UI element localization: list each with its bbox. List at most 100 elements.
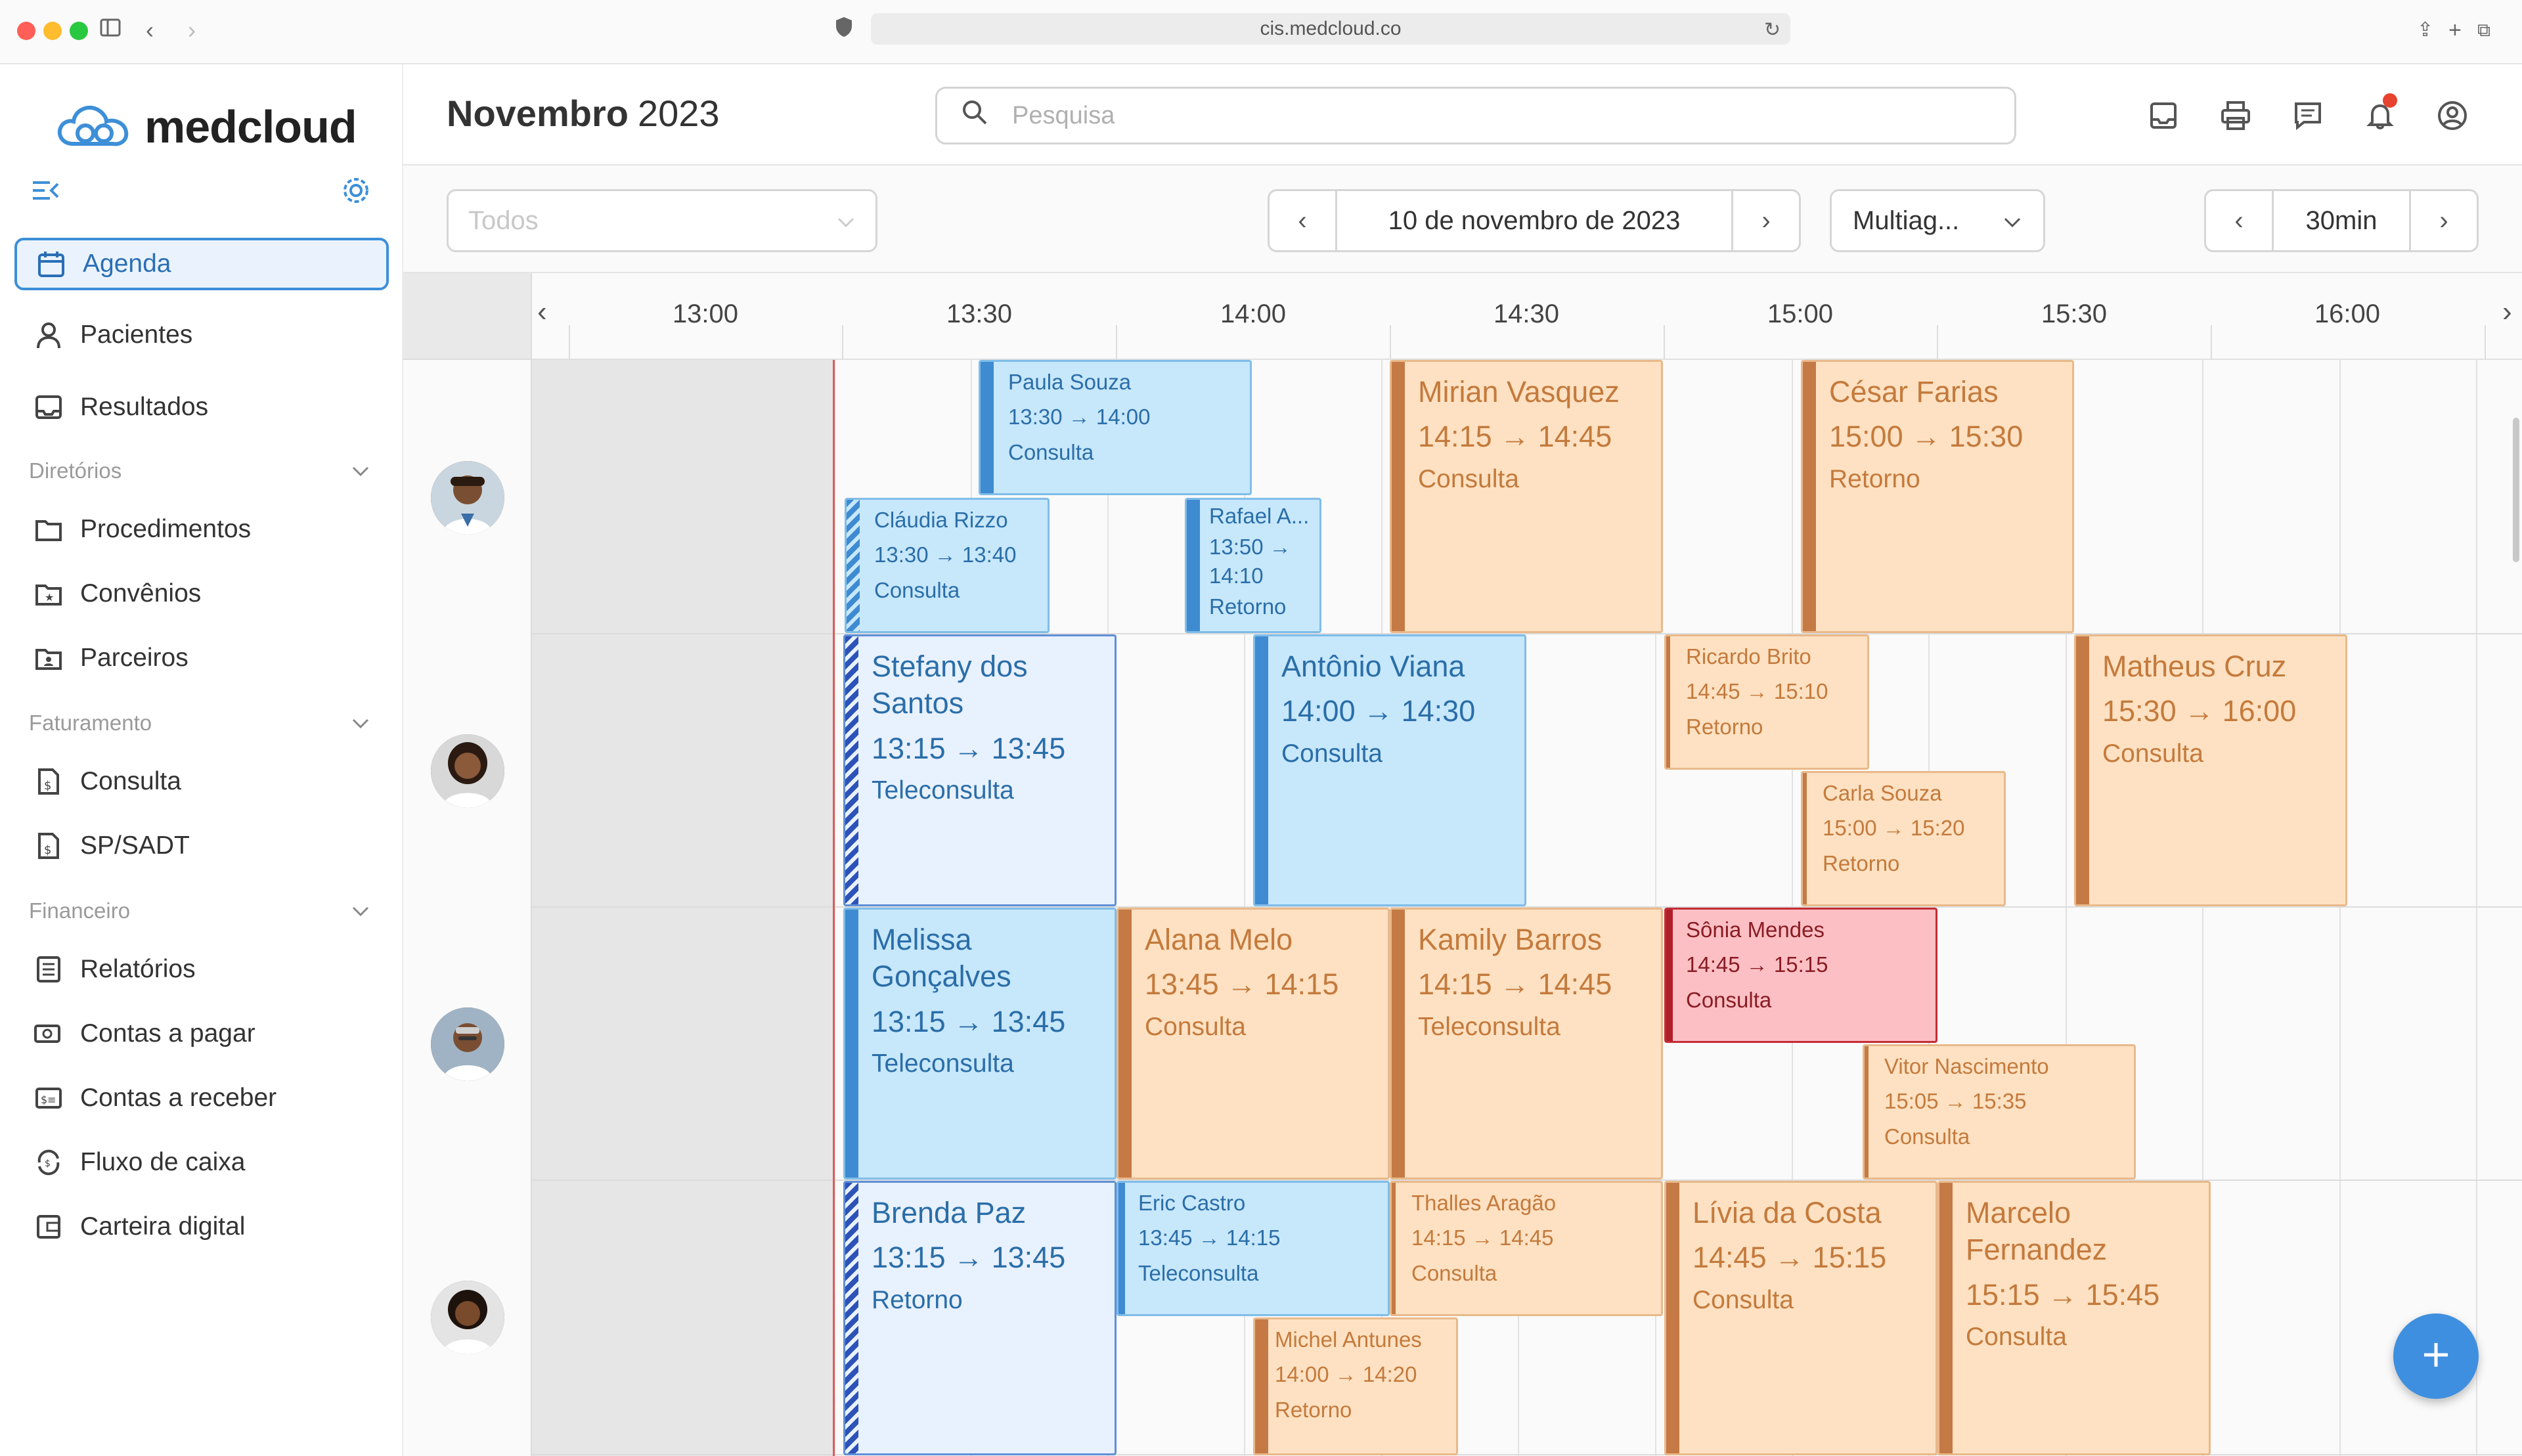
minimize-window-button[interactable] — [43, 22, 62, 40]
back-icon[interactable]: ‹ — [146, 16, 154, 45]
sidebar-toggle-icon[interactable] — [99, 16, 122, 46]
appointment-type: Consulta — [1008, 439, 1094, 464]
new-tab-icon[interactable]: + — [2448, 16, 2462, 45]
folder-user-icon — [32, 641, 66, 675]
appointment-card[interactable]: César Farias 15:00 → 15:30 Retorno — [1801, 360, 2074, 633]
sidebar-item-contas-receber[interactable]: $≡ Contas a receber — [14, 1072, 389, 1124]
sidebar-item-contas-pagar[interactable]: Contas a pagar — [14, 1007, 389, 1060]
appointment-card[interactable]: Matheus Cruz 15:30 → 16:00 Consulta — [2074, 634, 2347, 906]
section-faturamento[interactable]: Faturamento — [29, 711, 370, 736]
appointment-time: 15:15 → 15:45 — [1966, 1277, 2160, 1312]
previous-date-button[interactable]: ‹ — [1270, 191, 1335, 250]
bell-icon[interactable] — [2360, 93, 2400, 135]
previous-interval-button[interactable]: ‹ — [2206, 191, 2272, 250]
chevron-down-icon — [836, 206, 856, 236]
appointment-card[interactable]: Stefany dos Santos 13:15 → 13:45 Telecon… — [843, 634, 1117, 906]
sidebar-item-parceiros[interactable]: Parceiros — [14, 632, 389, 684]
vertical-scrollbar[interactable] — [2513, 418, 2519, 562]
sidebar-item-label: Pacientes — [80, 320, 193, 349]
avatar[interactable] — [431, 461, 504, 535]
current-date[interactable]: 10 de novembro de 2023 — [1337, 206, 1731, 236]
sidebar-item-label: Relatórios — [80, 955, 196, 983]
scroll-right-icon[interactable]: › — [2502, 296, 2512, 328]
appointment-card[interactable]: Rafael A... 13:50 → 14:10 Retorno — [1185, 498, 1321, 633]
appointment-time: 13:50 → — [1209, 535, 1291, 560]
reload-icon[interactable]: ↻ — [1764, 16, 1781, 45]
sidebar-item-resultados[interactable]: Resultados — [14, 381, 389, 433]
appointment-time: 15:05 → 15:35 — [1884, 1089, 2027, 1114]
forward-icon[interactable]: › — [188, 16, 196, 45]
section-diretorios[interactable]: Diretórios — [29, 458, 370, 483]
sidebar-item-spsadt[interactable]: $ SP/SADT — [14, 820, 389, 872]
appointment-card[interactable]: Marcelo Fernandez 15:15 → 15:45 Consulta — [1937, 1181, 2211, 1455]
appointment-card[interactable]: Mirian Vasquez 14:15 → 14:45 Consulta — [1390, 360, 1663, 633]
search-input[interactable] — [1012, 101, 1932, 130]
appointment-card[interactable]: Sônia Mendes 14:45 → 15:15 Consulta — [1664, 908, 1937, 1043]
share-icon[interactable]: ⇪ — [2417, 16, 2433, 45]
appointment-card[interactable]: Alana Melo 13:45 → 14:15 Consulta — [1117, 908, 1390, 1180]
appointment-type: Retorno — [1829, 464, 1920, 493]
search-box[interactable] — [935, 87, 2016, 144]
appointment-name: Michel Antunes — [1275, 1327, 1422, 1352]
appointment-card[interactable]: Vitor Nascimento 15:05 → 15:35 Consulta — [1863, 1044, 2136, 1180]
money-icon — [32, 1017, 66, 1051]
appointment-time: 14:15 → 14:45 — [1411, 1225, 1554, 1250]
sidebar-item-fluxo-caixa[interactable]: $ Fluxo de caixa — [14, 1136, 389, 1189]
appointment-time: 13:15 → 13:45 — [872, 1004, 1066, 1038]
inbox-icon[interactable] — [2144, 96, 2183, 135]
sidebar-item-convenios[interactable]: ★ Convênios — [14, 567, 389, 620]
scroll-left-icon[interactable]: ‹ — [537, 296, 547, 328]
avatar[interactable] — [431, 1281, 504, 1354]
appointment-name: Cláudia Rizzo — [874, 508, 1008, 532]
sidebar-item-pacientes[interactable]: Pacientes — [14, 309, 389, 361]
appointment-card[interactable]: Michel Antunes 14:00 → 14:20 Retorno — [1253, 1317, 1458, 1455]
tabs-icon[interactable]: ⧉ — [2477, 16, 2490, 45]
sidebar-item-label: Procedimentos — [80, 515, 252, 543]
chat-icon[interactable] — [2288, 96, 2328, 135]
section-financeiro[interactable]: Financeiro — [29, 898, 370, 923]
appointment-name: Gonçalves — [872, 960, 1011, 994]
appointment-card[interactable]: Lívia da Costa 14:45 → 15:15 Consulta — [1664, 1181, 1937, 1455]
appointment-time: 13:30 → 13:40 — [874, 542, 1017, 567]
next-date-button[interactable]: › — [1733, 191, 1799, 250]
sidebar-item-relatorios[interactable]: Relatórios — [14, 943, 389, 996]
appointment-card[interactable]: Cláudia Rizzo 13:30 → 13:40 Consulta — [845, 498, 1050, 633]
sidebar-item-procedimentos[interactable]: Procedimentos — [14, 503, 389, 556]
report-icon — [32, 952, 66, 986]
appointment-card[interactable]: Paula Souza 13:30 → 14:00 Consulta — [979, 360, 1252, 495]
appointment-card[interactable]: Eric Castro 13:45 → 14:15 Teleconsulta — [1117, 1181, 1390, 1316]
appointment-card[interactable]: Antônio Viana 14:00 → 14:30 Consulta — [1253, 634, 1526, 906]
menu-collapse-icon[interactable] — [32, 179, 60, 206]
maximize-window-button[interactable] — [70, 22, 88, 40]
close-window-button[interactable] — [17, 22, 35, 40]
user-icon[interactable] — [2433, 96, 2472, 135]
printer-icon[interactable] — [2216, 96, 2255, 135]
medcloud-logo[interactable]: medcloud — [54, 91, 357, 163]
cashflow-icon: $ — [32, 1145, 66, 1180]
settings-icon[interactable] — [340, 175, 372, 210]
appointment-card[interactable]: Melissa Gonçalves 13:15 → 13:45 Telecons… — [843, 908, 1117, 1180]
professional-select[interactable]: Todos — [447, 189, 877, 252]
invoice-icon: $ — [32, 764, 66, 799]
sidebar-item-carteira[interactable]: Carteira digital — [14, 1201, 389, 1253]
appointment-name: César Farias — [1829, 375, 1999, 408]
appointment-time: 15:00 → 15:20 — [1823, 816, 1965, 841]
appointment-card[interactable]: Thalles Aragão 14:15 → 14:45 Consulta — [1390, 1181, 1663, 1316]
chevron-down-icon — [351, 458, 370, 483]
appointment-card[interactable]: Carla Souza 15:00 → 15:20 Retorno — [1801, 771, 2006, 906]
appointment-card[interactable]: Ricardo Brito 14:45 → 15:10 Retorno — [1664, 634, 1869, 770]
appointment-card[interactable]: Brenda Paz 13:15 → 13:45 Retorno — [843, 1181, 1117, 1455]
url-bar[interactable]: cis.medcloud.co — [871, 13, 1790, 45]
sidebar-item-consulta[interactable]: $ Consulta — [14, 755, 389, 808]
view-select[interactable]: Multiag... — [1830, 189, 2045, 252]
avatar[interactable] — [431, 734, 504, 808]
interval-value[interactable]: 30min — [2274, 206, 2409, 236]
avatar[interactable] — [431, 1007, 504, 1081]
add-appointment-button[interactable] — [2393, 1313, 2479, 1399]
appointment-card[interactable]: Kamily Barros 14:15 → 14:45 Teleconsulta — [1390, 908, 1663, 1180]
sidebar-item-label: Parceiros — [80, 644, 188, 672]
next-interval-button[interactable]: › — [2411, 191, 2477, 250]
sidebar-item-agenda[interactable]: Agenda — [14, 238, 389, 290]
filter-bar: Todos ‹ 10 de novembro de 2023 › Multiag… — [403, 165, 2522, 273]
sidebar-item-label: Fluxo de caixa — [80, 1148, 246, 1176]
